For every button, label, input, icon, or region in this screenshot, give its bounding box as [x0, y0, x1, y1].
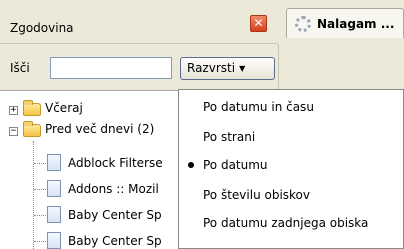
- search-row: Išči Razvrsti ▼: [0, 52, 278, 82]
- sort-menu: Po datumu in času Po strani Po datumu Po…: [178, 89, 404, 249]
- chevron-down-icon: ▼: [239, 64, 246, 73]
- tab-bar: Nalagam ...: [278, 0, 404, 44]
- page-icon: [47, 154, 61, 171]
- tree-connector: [34, 241, 46, 242]
- menu-item-sort-date-time[interactable]: Po datumu in času: [203, 97, 314, 117]
- sort-button-label: Razvrsti: [187, 61, 236, 75]
- folder-open-icon: [23, 121, 41, 137]
- tree-item[interactable]: Baby Center Sp: [68, 205, 162, 225]
- menu-item-sort-site[interactable]: Po strani: [203, 127, 255, 147]
- page-icon: [47, 232, 61, 249]
- tree-group-yesterday[interactable]: Včeraj: [45, 98, 83, 118]
- tree-connector: [34, 215, 46, 216]
- expand-toggle-icon[interactable]: +: [9, 106, 18, 115]
- search-label: Išči: [10, 61, 30, 75]
- close-icon: ✕: [253, 16, 264, 30]
- tree-group-older[interactable]: Pred več dnevi (2): [45, 119, 154, 139]
- tab-label: Nalagam ...: [317, 17, 395, 31]
- collapse-toggle-icon[interactable]: −: [9, 127, 18, 136]
- page-icon: [47, 180, 61, 197]
- menu-item-sort-date[interactable]: Po datumu: [203, 155, 268, 175]
- page-icon: [47, 206, 61, 223]
- sort-button[interactable]: Razvrsti ▼: [180, 57, 275, 80]
- loading-spinner-icon: [295, 16, 311, 32]
- selected-bullet-icon: [188, 162, 194, 168]
- tree-item[interactable]: Addons :: Mozil: [68, 179, 159, 199]
- tree-connector: [34, 163, 46, 164]
- sidebar-header: Zgodovina ✕: [0, 0, 278, 44]
- tree-item[interactable]: Adblock Filterse: [68, 153, 163, 173]
- tree-connector: [34, 189, 46, 190]
- menu-item-sort-visit-count[interactable]: Po številu obiskov: [203, 185, 310, 205]
- tree-item[interactable]: Baby Center Sp: [68, 231, 162, 249]
- search-input[interactable]: [50, 57, 172, 79]
- tab-loading[interactable]: Nalagam ...: [286, 8, 404, 38]
- folder-icon: [23, 100, 41, 116]
- sidebar-title: Zgodovina: [10, 21, 74, 35]
- close-sidebar-button[interactable]: ✕: [250, 15, 267, 32]
- tree-guide-line: [33, 141, 34, 249]
- menu-item-sort-last-visit[interactable]: Po datumu zadnjega obiska: [203, 213, 368, 233]
